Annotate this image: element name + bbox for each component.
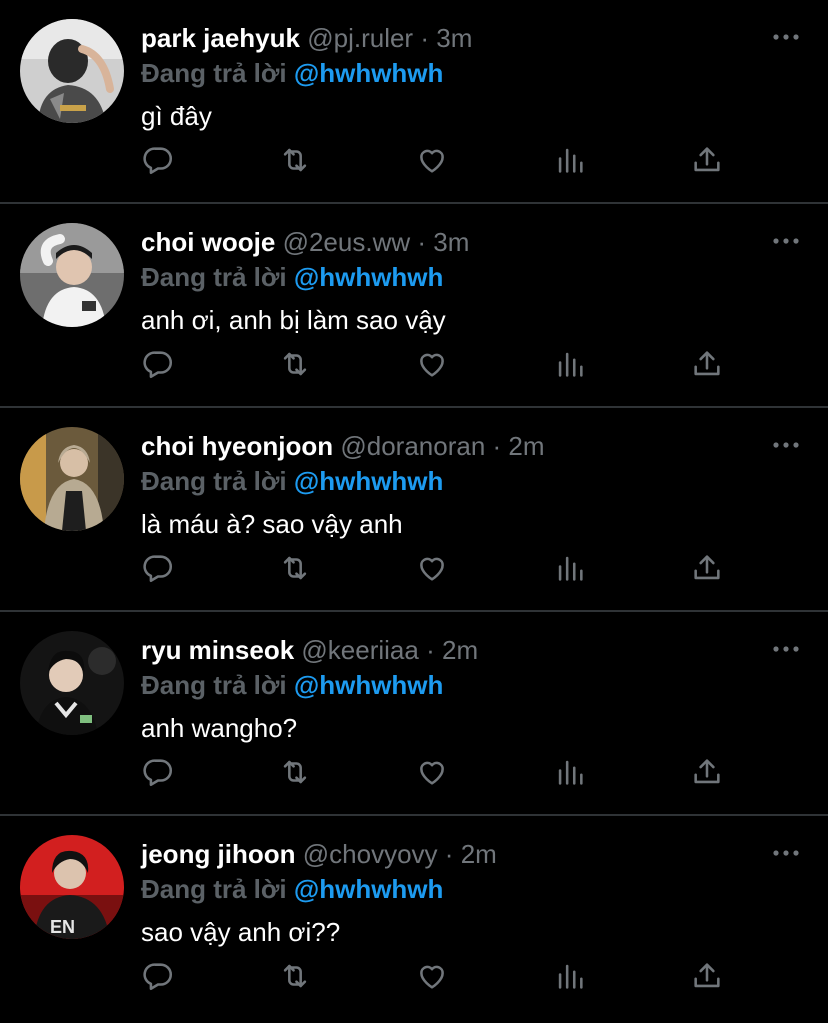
heart-icon[interactable]: [412, 140, 452, 180]
handle[interactable]: @pj.ruler: [307, 23, 413, 53]
mention-link[interactable]: @hwhwhwh: [294, 874, 444, 904]
action-bar: [0, 956, 828, 996]
timestamp[interactable]: 2m: [461, 839, 497, 869]
replying-to: Đang trả lời @hwhwhwh: [141, 260, 443, 294]
tweet-reply[interactable]: ryu minseok @keeriiaa · 2m Đang trả lời …: [0, 612, 828, 816]
analytics-icon[interactable]: [550, 548, 590, 588]
handle[interactable]: @keeriiaa: [301, 635, 418, 665]
reply-icon[interactable]: [138, 752, 178, 792]
display-name[interactable]: choi hyeonjoon: [141, 431, 333, 461]
display-name[interactable]: jeong jihoon: [141, 839, 296, 869]
replying-to: Đang trả lời @hwhwhwh: [141, 872, 443, 906]
analytics-icon[interactable]: [550, 140, 590, 180]
tweet-header: jeong jihoon @chovyovy · 2m: [141, 837, 497, 871]
separator: ·: [426, 635, 435, 665]
share-icon[interactable]: [687, 548, 727, 588]
tweet-reply[interactable]: choi hyeonjoon @doranoran · 2m Đang trả …: [0, 408, 828, 612]
tweet-text: là máu à? sao vậy anh: [141, 509, 403, 539]
avatar[interactable]: [20, 223, 124, 327]
replying-to-label: Đang trả lời: [141, 58, 287, 88]
timestamp[interactable]: 3m: [436, 23, 472, 53]
share-icon[interactable]: [687, 344, 727, 384]
tweet-reply[interactable]: park jaehyuk @pj.ruler · 3m Đang trả lời…: [0, 0, 828, 204]
timestamp[interactable]: 2m: [442, 635, 478, 665]
reply-icon[interactable]: [138, 956, 178, 996]
reply-icon[interactable]: [138, 140, 178, 180]
mention-link[interactable]: @hwhwhwh: [294, 262, 444, 292]
separator: ·: [417, 227, 427, 257]
share-icon[interactable]: [687, 956, 727, 996]
more-dots-icon[interactable]: [772, 435, 800, 455]
retweet-icon[interactable]: [275, 956, 315, 996]
heart-icon[interactable]: [412, 956, 452, 996]
tweet-text: anh wangho?: [141, 713, 298, 743]
tweet-text: sao vậy anh ơi??: [141, 917, 341, 947]
tweet-header: ryu minseok @keeriiaa · 2m: [141, 633, 478, 667]
reply-icon[interactable]: [138, 548, 178, 588]
handle[interactable]: @doranoran: [340, 431, 485, 461]
tweet-reply[interactable]: choi wooje @2eus.ww · 3m Đang trả lời @h…: [0, 204, 828, 408]
more-dots-icon[interactable]: [772, 639, 800, 659]
action-bar: [0, 140, 828, 180]
analytics-icon[interactable]: [550, 344, 590, 384]
avatar[interactable]: [20, 427, 124, 531]
avatar[interactable]: [20, 631, 124, 735]
handle[interactable]: @2eus.ww: [283, 227, 411, 257]
replying-to-label: Đang trả lời: [141, 670, 287, 700]
more-dots-icon[interactable]: [772, 27, 800, 47]
separator: ·: [420, 23, 429, 53]
svg-text:EN: EN: [50, 917, 75, 937]
action-bar: [0, 344, 828, 384]
avatar[interactable]: EN: [20, 835, 124, 939]
more-dots-icon[interactable]: [772, 231, 800, 251]
separator: ·: [444, 839, 454, 869]
more-dots-icon[interactable]: [772, 843, 800, 863]
separator: ·: [492, 431, 502, 461]
heart-icon[interactable]: [412, 344, 452, 384]
share-icon[interactable]: [687, 140, 727, 180]
retweet-icon[interactable]: [275, 548, 315, 588]
display-name[interactable]: choi wooje: [141, 227, 275, 257]
tweet-header: choi wooje @2eus.ww · 3m: [141, 225, 469, 259]
replying-to: Đang trả lời @hwhwhwh: [141, 668, 443, 702]
replying-to: Đang trả lời @hwhwhwh: [141, 56, 443, 90]
timestamp[interactable]: 2m: [508, 431, 544, 461]
mention-link[interactable]: @hwhwhwh: [294, 466, 444, 496]
action-bar: [0, 548, 828, 588]
retweet-icon[interactable]: [275, 752, 315, 792]
heart-icon[interactable]: [412, 548, 452, 588]
tweet-reply[interactable]: EN jeong jihoon @chovyovy · 2m Đang trả …: [0, 816, 828, 1020]
tweet-header: choi hyeonjoon @doranoran · 2m: [141, 429, 545, 463]
replying-to: Đang trả lời @hwhwhwh: [141, 464, 443, 498]
action-bar: [0, 752, 828, 792]
display-name[interactable]: park jaehyuk: [141, 23, 300, 53]
analytics-icon[interactable]: [550, 752, 590, 792]
share-icon[interactable]: [687, 752, 727, 792]
timestamp[interactable]: 3m: [433, 227, 469, 257]
avatar[interactable]: [20, 19, 124, 123]
reply-feed: park jaehyuk @pj.ruler · 3m Đang trả lời…: [0, 0, 828, 1023]
replying-to-label: Đang trả lời: [141, 466, 287, 496]
mention-link[interactable]: @hwhwhwh: [294, 670, 444, 700]
reply-icon[interactable]: [138, 344, 178, 384]
heart-icon[interactable]: [412, 752, 452, 792]
handle[interactable]: @chovyovy: [303, 839, 438, 869]
replying-to-label: Đang trả lời: [141, 262, 287, 292]
mention-link[interactable]: @hwhwhwh: [294, 58, 444, 88]
replying-to-label: Đang trả lời: [141, 874, 287, 904]
tweet-header: park jaehyuk @pj.ruler · 3m: [141, 21, 472, 55]
analytics-icon[interactable]: [550, 956, 590, 996]
tweet-text: anh ơi, anh bị làm sao vậy: [141, 305, 446, 335]
tweet-text: gì đây: [141, 101, 212, 131]
display-name[interactable]: ryu minseok: [141, 635, 294, 665]
retweet-icon[interactable]: [275, 140, 315, 180]
retweet-icon[interactable]: [275, 344, 315, 384]
